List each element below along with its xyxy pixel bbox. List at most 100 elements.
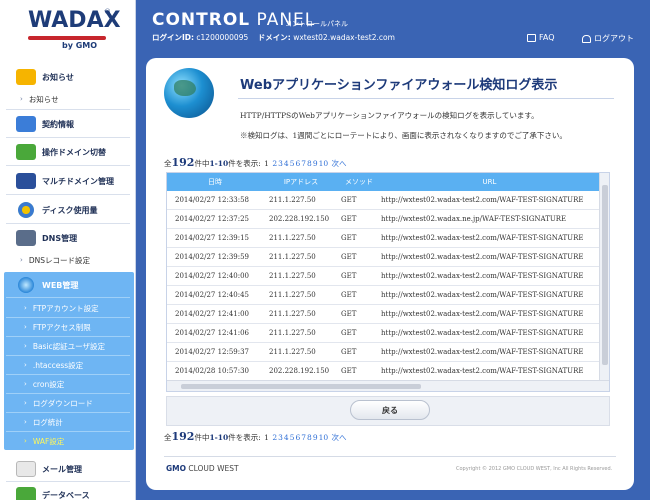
- cell-method: GET: [341, 215, 357, 223]
- page-link[interactable]: 2: [272, 433, 277, 442]
- page-link[interactable]: 6: [295, 433, 300, 442]
- page-link[interactable]: 4: [284, 159, 289, 168]
- sidebar-subitem-web[interactable]: › .htaccess設定: [4, 356, 140, 374]
- pager-total: 192: [171, 156, 195, 169]
- sidebar-subitem-dns-record[interactable]: › DNSレコード設定: [0, 251, 136, 269]
- page-link[interactable]: 10: [319, 159, 329, 168]
- page-title: Webアプリケーションファイアウォール検知ログ表示: [240, 78, 558, 93]
- cell-datetime: 2014/02/27 12:59:37: [175, 348, 250, 356]
- login-info: ログインID: c1200000095 ドメイン: wxtest02.wadax…: [152, 32, 395, 43]
- column-header-url[interactable]: URL: [379, 173, 600, 191]
- sidebar-item-keiyaku[interactable]: 契約情報: [0, 113, 136, 135]
- sidebar-subitem-web[interactable]: › ログ統計: [4, 413, 140, 431]
- back-button[interactable]: 戻る: [350, 400, 430, 420]
- cell-ip: 202.228.192.150: [269, 367, 330, 375]
- next-page-link[interactable]: 次へ: [332, 433, 347, 442]
- table-row: 2014/02/28 10:57:30 202.228.192.150 GET htt…: [167, 362, 600, 381]
- column-header-ip[interactable]: IPアドレス: [263, 173, 339, 191]
- cell-datetime: 2014/02/27 12:40:45: [175, 291, 250, 299]
- chevron-right-icon: ›: [24, 399, 27, 407]
- sidebar-item-database[interactable]: データベース: [0, 484, 136, 500]
- page-link[interactable]: 2: [272, 159, 277, 168]
- cell-method: GET: [341, 348, 357, 356]
- sidebar-item-multi-domain[interactable]: マルチドメイン管理: [0, 170, 136, 192]
- sidebar-item-disk[interactable]: ディスク使用量: [0, 199, 136, 221]
- divider: [6, 194, 130, 195]
- sidebar-item-label: メール管理: [42, 464, 82, 474]
- sidebar-item-sousa-domain[interactable]: 操作ドメイン切替: [0, 141, 136, 163]
- sidebar-subitem-waf-active[interactable]: › WAF設定: [4, 432, 140, 450]
- waf-log-table: 日時 IPアドレス メソッド URL 2014/02/27 12:33:58 21…: [166, 172, 610, 392]
- logout-link[interactable]: ログアウト: [582, 33, 634, 44]
- page-link[interactable]: 8: [307, 433, 312, 442]
- sidebar-item-dns[interactable]: DNS管理: [0, 227, 136, 249]
- cell-ip: 211.1.227.50: [269, 196, 316, 204]
- wadax-logo[interactable]: WADAX ® by GMO: [0, 0, 136, 60]
- table-row: 2014/02/27 12:40:00 211.1.227.50 GET http:/…: [167, 267, 600, 286]
- table-row: 2014/02/27 12:37:25 202.228.192.150 GET htt…: [167, 210, 600, 229]
- sidebar-subitem-web[interactable]: › FTPアクセス制限: [4, 318, 140, 336]
- pager-range: 1-10: [209, 159, 229, 168]
- page-link[interactable]: 9: [313, 433, 318, 442]
- page-link[interactable]: 8: [307, 159, 312, 168]
- domain-label: ドメイン:: [257, 33, 291, 42]
- gmo-cloud-west-logo: GMO CLOUD WEST: [166, 464, 239, 473]
- scrollbar-thumb[interactable]: [602, 185, 608, 365]
- divider: [238, 98, 614, 99]
- sidebar-item-oshirase[interactable]: お知らせ: [0, 66, 136, 88]
- lock-icon: [582, 34, 591, 43]
- table-row: 2014/02/27 12:33:58 211.1.227.50 GET http:/…: [167, 191, 600, 210]
- sidebar-subitem-oshirase[interactable]: › お知らせ: [0, 90, 136, 108]
- page-link[interactable]: 7: [301, 159, 306, 168]
- pager-mid: 件中: [194, 159, 210, 168]
- vertical-scrollbar[interactable]: [599, 173, 609, 381]
- sidebar-subitem-web[interactable]: › cron設定: [4, 375, 140, 393]
- sidebar-subitem-label: Basic認証ユーザ設定: [32, 341, 106, 351]
- cell-datetime: 2014/02/27 12:37:25: [175, 215, 250, 223]
- page-link[interactable]: 10: [319, 433, 329, 442]
- cell-ip: 211.1.227.50: [269, 272, 316, 280]
- scrollbar-thumb[interactable]: [181, 384, 421, 389]
- cell-datetime: 2014/02/28 10:57:30: [175, 367, 250, 375]
- page-link[interactable]: 3: [278, 159, 283, 168]
- cell-ip: 211.1.227.50: [269, 234, 316, 242]
- page-link[interactable]: 4: [284, 433, 289, 442]
- sidebar-item-mail[interactable]: メール管理: [0, 458, 136, 480]
- megaphone-icon: [16, 69, 36, 85]
- logout-label: ログアウト: [594, 34, 634, 43]
- login-id-value: c1200000095: [196, 33, 249, 42]
- cell-url: http://wxtest02.wadax.ne.jp/WAF-TEST-SIG…: [381, 215, 567, 223]
- sidebar-group-web: WEB管理 › FTPアカウント設定 › FTPアクセス制限 › Basic認証…: [4, 272, 134, 450]
- column-header-datetime[interactable]: 日時: [167, 173, 263, 191]
- globe-icon: [18, 277, 34, 293]
- sidebar-subitem-label: .htaccess設定: [32, 360, 84, 370]
- cell-method: GET: [341, 291, 357, 299]
- logo-registered-mark: ®: [104, 8, 111, 16]
- chevron-right-icon: ›: [24, 342, 27, 350]
- page-link[interactable]: 7: [301, 433, 306, 442]
- cell-method: GET: [341, 253, 357, 261]
- horizontal-scrollbar[interactable]: [167, 380, 609, 391]
- cell-ip: 211.1.227.50: [269, 329, 316, 337]
- sidebar-subitem-web[interactable]: › ログダウンロード: [4, 394, 140, 412]
- sidebar-item-label: 契約情報: [42, 119, 74, 129]
- page-link[interactable]: 3: [278, 433, 283, 442]
- faq-link[interactable]: FAQ: [527, 33, 555, 42]
- sidebar-item-label: 操作ドメイン切替: [42, 147, 106, 157]
- pager-prefix: 全: [164, 433, 172, 442]
- page-link[interactable]: 6: [295, 159, 300, 168]
- page-link[interactable]: 5: [290, 159, 295, 168]
- sidebar-item-web[interactable]: WEB管理: [0, 274, 136, 296]
- monitor-icon: [16, 173, 36, 189]
- cell-datetime: 2014/02/27 12:39:15: [175, 234, 250, 242]
- sidebar-subitem-web[interactable]: › FTPアカウント設定: [4, 299, 140, 317]
- server-icon: [16, 230, 36, 246]
- page-link[interactable]: 5: [290, 433, 295, 442]
- pager-bottom: 全192件中1-10件を表示: 1 2345678910 次へ: [164, 430, 347, 443]
- column-header-method[interactable]: メソッド: [339, 173, 379, 191]
- next-page-link[interactable]: 次へ: [332, 159, 347, 168]
- page-link[interactable]: 9: [313, 159, 318, 168]
- globe-icon: [164, 68, 214, 118]
- sidebar-subitem-web[interactable]: › Basic認証ユーザ設定: [4, 337, 140, 355]
- table-row: 2014/02/27 12:39:59 211.1.227.50 GET http:/…: [167, 248, 600, 267]
